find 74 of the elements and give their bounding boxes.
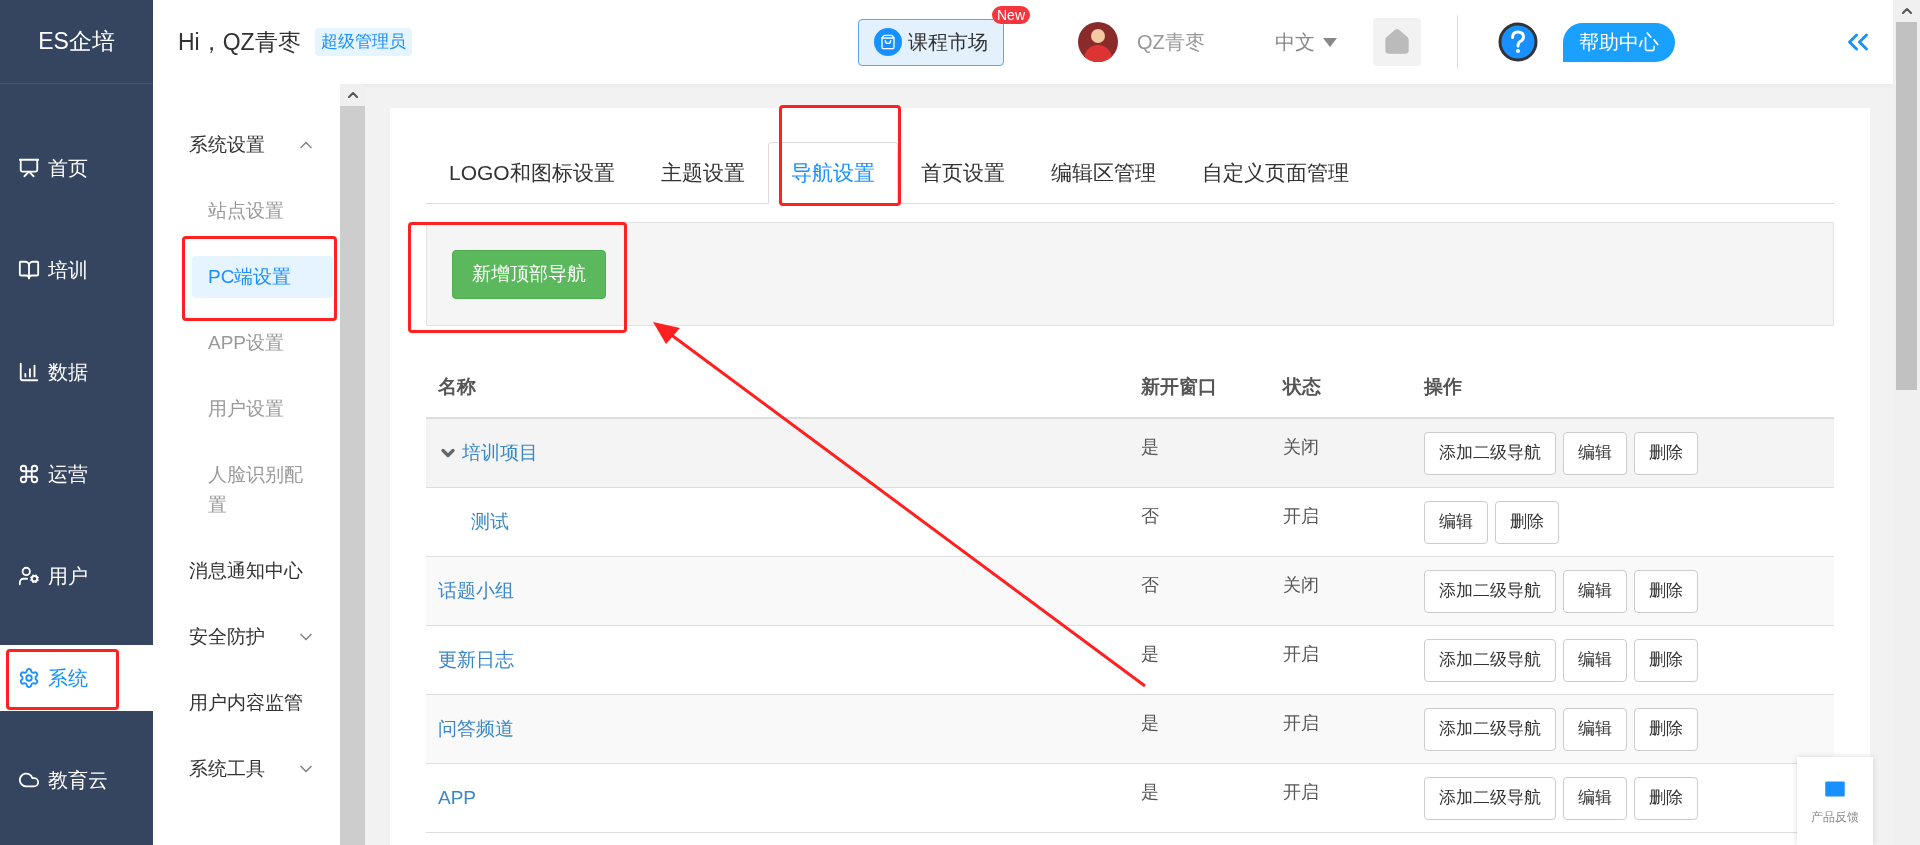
action-button[interactable]: 编辑 (1424, 500, 1488, 544)
action-button[interactable]: 删除 (1634, 569, 1698, 613)
action-button[interactable]: 添加二级导航 (1424, 776, 1556, 820)
user-gear-icon (18, 565, 40, 587)
nav-name-link[interactable]: APP (438, 783, 477, 813)
sub-nav-group[interactable]: 系统设置 (153, 112, 340, 178)
shopping-bag-icon (874, 28, 902, 56)
main-nav-item[interactable]: 运营 (0, 441, 153, 507)
tab[interactable]: 编辑区管理 (1027, 142, 1179, 204)
sub-nav-group[interactable]: 用户内容监管 (153, 670, 340, 736)
logo: ES企培 (38, 27, 115, 57)
action-button[interactable]: 编辑 (1563, 569, 1627, 613)
presentation-icon (18, 157, 40, 179)
settings-icon (18, 667, 40, 689)
language-dropdown[interactable]: 中文 (1274, 27, 1337, 57)
tab[interactable]: 自定义页面管理 (1178, 142, 1372, 204)
nav-name-link[interactable]: 更新日志 (438, 645, 514, 675)
home-button[interactable] (1372, 18, 1421, 66)
feedback-button[interactable]: 产品反馈 (1797, 757, 1873, 845)
avatar[interactable] (1078, 22, 1118, 62)
scrollbar-thumb[interactable] (340, 106, 365, 845)
action-button[interactable]: 添加二级导航 (1424, 569, 1556, 613)
table-cell: 开启 (1283, 505, 1319, 526)
action-button[interactable]: 删除 (1634, 776, 1698, 820)
help-icon[interactable] (1496, 21, 1539, 63)
column-header: 名称 (438, 375, 476, 397)
bar-chart-icon (18, 361, 40, 383)
nav-name-link[interactable]: 话题小组 (438, 576, 514, 606)
sub-nav-group[interactable]: 消息通知中心 (153, 538, 340, 604)
table-cell: 是 (1141, 643, 1159, 664)
table-cell: 关闭 (1283, 574, 1319, 595)
new-badge: New (992, 5, 1030, 24)
action-button[interactable]: 添加二级导航 (1424, 707, 1556, 751)
table-cell: 否 (1141, 574, 1159, 595)
action-button[interactable]: 删除 (1634, 431, 1698, 475)
sub-nav-group[interactable]: 安全防护 (153, 604, 340, 670)
table-cell: 否 (1141, 505, 1159, 526)
action-button[interactable]: 编辑 (1563, 431, 1627, 475)
main-nav-item[interactable]: 教育云 (0, 747, 153, 813)
tab[interactable]: 主题设置 (637, 142, 768, 204)
main-nav-item[interactable]: 用户 (0, 543, 153, 609)
main-nav-item[interactable]: 培训 (0, 237, 153, 303)
table-cell: 开启 (1283, 781, 1319, 802)
table-cell: 是 (1141, 712, 1159, 733)
tab[interactable]: LOGO和图标设置 (426, 142, 638, 204)
column-header: 状态 (1283, 375, 1321, 397)
action-button[interactable]: 删除 (1634, 707, 1698, 751)
main-nav-item[interactable]: 数据 (0, 339, 153, 405)
action-button[interactable]: 删除 (1495, 500, 1559, 544)
action-button[interactable]: 删除 (1634, 638, 1698, 682)
table-cell: 是 (1141, 781, 1159, 802)
table-cell: 关闭 (1283, 436, 1319, 457)
action-button[interactable]: 添加二级导航 (1424, 431, 1556, 475)
column-header: 操作 (1424, 375, 1462, 397)
table-cell: 开启 (1283, 712, 1319, 733)
action-button[interactable]: 编辑 (1563, 707, 1627, 751)
command-icon (18, 463, 40, 485)
greeting: Hi，QZ青枣 (178, 27, 301, 57)
tab[interactable]: 首页设置 (897, 142, 1028, 204)
action-button[interactable]: 添加二级导航 (1424, 638, 1556, 682)
role-badge: 超级管理员 (314, 28, 412, 56)
main-nav-item[interactable]: 首页 (0, 135, 153, 201)
sub-nav-group[interactable]: 系统工具 (153, 736, 340, 802)
action-button[interactable]: 编辑 (1563, 638, 1627, 682)
home-icon (1382, 28, 1411, 56)
column-header: 新开窗口 (1141, 375, 1217, 397)
table-cell: 是 (1141, 436, 1159, 457)
action-button[interactable]: 编辑 (1563, 776, 1627, 820)
nav-name-link[interactable]: 测试 (471, 507, 509, 537)
book-icon (18, 259, 40, 281)
nav-name-link[interactable]: 问答频道 (438, 714, 514, 744)
table-cell: 开启 (1283, 643, 1319, 664)
scrollbar-thumb[interactable] (1896, 22, 1917, 390)
caret-icon (1322, 37, 1337, 47)
